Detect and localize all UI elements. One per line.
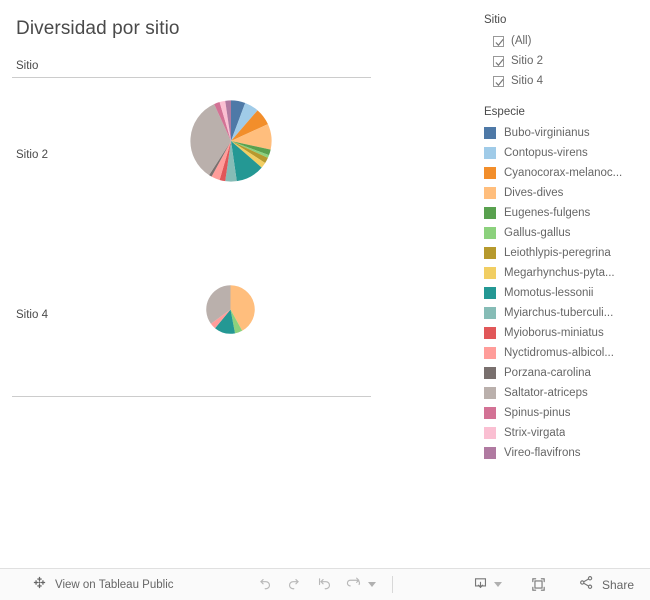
legend-item-label: Strix-virgata [504, 427, 566, 439]
page-title: Diversidad por sitio [16, 18, 180, 39]
share-button[interactable]: Share [572, 574, 634, 596]
filter-item-label: Sitio 2 [511, 55, 543, 67]
dashboard-toolbar: View on Tableau Public Share [0, 568, 650, 600]
legend-item-label: Cyanocorax-melanoc... [504, 167, 623, 179]
legend-item[interactable]: Strix-virgata [484, 423, 650, 443]
checkbox[interactable] [493, 35, 504, 47]
legend-item[interactable]: Leiothlypis-peregrina [484, 243, 650, 263]
legend-color-swatch [484, 127, 496, 139]
filter-item-label: Sitio 4 [511, 75, 543, 87]
legend-item[interactable]: Bubo-virginianus [484, 123, 650, 143]
legend-color-swatch [484, 147, 496, 159]
legend-color-swatch [484, 447, 496, 459]
filter-item-sitio-2[interactable]: Sitio 2 [484, 51, 650, 71]
legend-item-label: Nyctidromus-albicol... [504, 347, 614, 359]
legend-color-swatch [484, 227, 496, 239]
legend-item[interactable]: Porzana-carolina [484, 363, 650, 383]
legend-color-swatch [484, 427, 496, 439]
legend-color-swatch [484, 367, 496, 379]
filter-item-all[interactable]: (All) [484, 31, 650, 51]
bottom-divider [12, 396, 371, 397]
legend-color-swatch [484, 327, 496, 339]
share-icon [578, 574, 595, 596]
legend-item[interactable]: Saltator-atriceps [484, 383, 650, 403]
legend-item[interactable]: Eugenes-fulgens [484, 203, 650, 223]
legend-item[interactable]: Nyctidromus-albicol... [484, 343, 650, 363]
pie-svg-sitio-4 [206, 285, 255, 334]
legend-item-label: Dives-dives [504, 187, 564, 199]
revert-icon[interactable] [310, 573, 340, 597]
checkbox[interactable] [493, 75, 504, 87]
legend-item-label: Bubo-virginianus [504, 127, 590, 139]
legend-item[interactable]: Megarhynchus-pyta... [484, 263, 650, 283]
legend-item-label: Porzana-carolina [504, 367, 591, 379]
pie-chart-sitio-2[interactable] [190, 100, 272, 182]
legend-color-swatch [484, 287, 496, 299]
filter-item-sitio-4[interactable]: Sitio 4 [484, 71, 650, 91]
legend-card-especie: Especie Bubo-virginianus Contopus-virens C… [484, 106, 650, 463]
legend-item-label: Saltator-atriceps [504, 387, 588, 399]
pie-chart-sitio-4[interactable] [206, 285, 255, 334]
legend-color-swatch [484, 187, 496, 199]
legend-color-swatch [484, 347, 496, 359]
tableau-link-label: View on Tableau Public [55, 578, 174, 591]
legend-item[interactable]: Dives-dives [484, 183, 650, 203]
row-label-sitio-4: Sitio 4 [16, 309, 48, 321]
legend-item[interactable]: Momotus-lessonii [484, 283, 650, 303]
viz-pane: Sitio Sitio 2 Sitio 4 [0, 55, 380, 405]
legend-item-label: Spinus-pinus [504, 407, 571, 419]
toolbar-divider [391, 576, 393, 593]
refresh-icon[interactable] [340, 573, 370, 597]
share-label: Share [601, 577, 634, 592]
download-dropdown-caret[interactable] [493, 582, 502, 587]
redo-icon[interactable] [280, 573, 310, 597]
history-controls [250, 573, 405, 597]
fullscreen-icon[interactable] [524, 573, 554, 597]
legend-item-label: Megarhynchus-pyta... [504, 267, 615, 279]
legend-item[interactable]: Cyanocorax-melanoc... [484, 163, 650, 183]
legend-item-label: Momotus-lessonii [504, 287, 594, 299]
legend-item[interactable]: Gallus-gallus [484, 223, 650, 243]
download-icon[interactable] [466, 573, 496, 597]
filter-list: (All) Sitio 2 Sitio 4 [484, 31, 650, 91]
pie-svg-sitio-2 [190, 100, 272, 182]
checkbox[interactable] [493, 55, 504, 67]
filter-card-sitio: Sitio (All) Sitio 2 Sitio 4 [484, 14, 650, 91]
header-divider [12, 77, 371, 78]
legend-color-swatch [484, 387, 496, 399]
legend-color-swatch [484, 407, 496, 419]
right-rail: Sitio (All) Sitio 2 Sitio 4 Especie Bubo-v… [484, 14, 650, 463]
tableau-dashboard: Diversidad por sitio Sitio Sitio 2 Sitio… [0, 0, 650, 600]
filter-title: Sitio [484, 14, 507, 26]
row-label-sitio-2: Sitio 2 [16, 149, 48, 161]
column-header-sitio: Sitio [16, 60, 39, 72]
undo-icon[interactable] [250, 573, 280, 597]
legend-item[interactable]: Contopus-virens [484, 143, 650, 163]
toolbar-right-group: Share [466, 573, 634, 597]
legend-item[interactable]: Myioborus-miniatus [484, 323, 650, 343]
legend-item[interactable]: Myiarchus-tuberculi... [484, 303, 650, 323]
legend-item-label: Myioborus-miniatus [504, 327, 604, 339]
legend-color-swatch [484, 167, 496, 179]
legend-color-swatch [484, 307, 496, 319]
legend-item-label: Contopus-virens [504, 147, 588, 159]
legend-title: Especie [484, 106, 525, 118]
legend-item[interactable]: Vireo-flavifrons [484, 443, 650, 463]
legend-color-swatch [484, 267, 496, 279]
legend-color-swatch [484, 247, 496, 259]
refresh-dropdown-caret[interactable] [367, 582, 376, 587]
legend-item-label: Eugenes-fulgens [504, 207, 591, 219]
legend-item-label: Vireo-flavifrons [504, 447, 581, 459]
tableau-logo-icon [32, 575, 47, 595]
legend-item[interactable]: Spinus-pinus [484, 403, 650, 423]
legend-item-label: Myiarchus-tuberculi... [504, 307, 614, 319]
view-on-tableau-public-link[interactable]: View on Tableau Public [32, 575, 174, 595]
filter-item-label: (All) [511, 35, 532, 47]
legend-list: Bubo-virginianus Contopus-virens Cyanocora… [484, 123, 650, 463]
legend-color-swatch [484, 207, 496, 219]
legend-item-label: Gallus-gallus [504, 227, 571, 239]
legend-item-label: Leiothlypis-peregrina [504, 247, 611, 259]
